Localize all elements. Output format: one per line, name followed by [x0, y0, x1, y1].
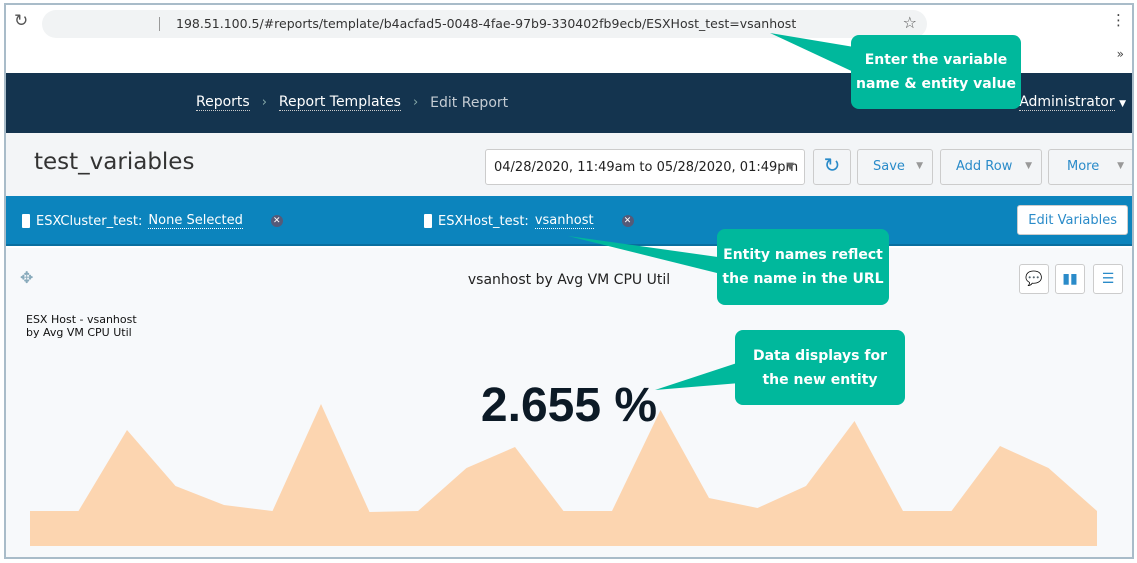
- user-name[interactable]: Administrator: [1019, 94, 1115, 111]
- chevron-right-icon: ›: [412, 95, 419, 110]
- breadcrumb: Reports › Report Templates › Edit Report: [196, 94, 508, 111]
- reload-icon[interactable]: ↻: [14, 11, 28, 31]
- widget-subtitle: ESX Host - vsanhost by Avg VM CPU Util: [26, 313, 137, 339]
- caret-down-icon: ▼: [1119, 99, 1126, 109]
- callout-text: name & entity value: [856, 76, 1016, 92]
- refresh-icon: ↻: [823, 153, 841, 177]
- menu-button[interactable]: ☰: [1093, 264, 1123, 294]
- more-button[interactable]: More ▼: [1048, 149, 1132, 185]
- chevron-right-icon: ›: [261, 95, 267, 110]
- server-icon: [22, 214, 30, 228]
- comment-icon: 💬: [1025, 271, 1043, 287]
- callout-data: Data displays for the new entity: [735, 330, 905, 405]
- user-menu[interactable]: Administrator ▼: [1019, 94, 1126, 111]
- callout-entity: Entity names reflect the name in the URL: [717, 229, 889, 305]
- subtitle-line: by Avg VM CPU Util: [26, 326, 132, 339]
- breadcrumb-reports[interactable]: Reports: [196, 94, 250, 111]
- callout-text: the name in the URL: [722, 271, 884, 287]
- clear-icon[interactable]: ✕: [621, 215, 634, 227]
- refresh-button[interactable]: ↻: [813, 149, 851, 185]
- caret-down-icon: ▼: [786, 161, 794, 172]
- chart-type-button[interactable]: ▮▮: [1055, 264, 1085, 294]
- report-widget: ✥ vsanhost by Avg VM CPU Util 💬 ▮▮ ☰ ESX…: [6, 248, 1132, 557]
- caret-down-icon: ▼: [1117, 161, 1124, 171]
- callout-url: Enter the variable name & entity value: [851, 35, 1021, 109]
- server-icon: [424, 214, 432, 228]
- callout-text: Enter the variable: [864, 52, 1008, 68]
- date-range-select[interactable]: 04/28/2020, 11:49am to 05/28/2020, 01:49…: [485, 149, 805, 185]
- date-range-value: 04/28/2020, 11:49am to 05/28/2020, 01:49…: [494, 160, 799, 175]
- extensions-overflow-icon[interactable]: »: [1117, 47, 1124, 61]
- variable-value[interactable]: vsanhost: [534, 213, 594, 229]
- url-text[interactable]: 198.51.100.5/#reports/template/b4acfad5-…: [176, 16, 796, 31]
- bookmark-star-icon[interactable]: ☆: [903, 13, 917, 32]
- callout-text: Data displays for: [752, 348, 888, 364]
- edit-variables-button[interactable]: Edit Variables: [1017, 205, 1128, 235]
- callout-text: Entity names reflect: [723, 247, 883, 263]
- add-row-label: Add Row: [956, 159, 1013, 174]
- comment-button[interactable]: 💬: [1019, 264, 1049, 294]
- save-button[interactable]: Save ▼: [857, 149, 933, 185]
- variable-name: ESXHost_test:: [438, 213, 529, 229]
- subtitle-line: ESX Host - vsanhost: [26, 313, 137, 326]
- variable-esxhost: ESXHost_test: vsanhost ✕: [424, 213, 634, 229]
- divider: [159, 17, 160, 31]
- variables-bar: ESXCluster_test: None Selected ✕ ESXHost…: [6, 196, 1132, 246]
- breadcrumb-report-templates[interactable]: Report Templates: [278, 94, 401, 111]
- caret-down-icon: ▼: [916, 161, 923, 171]
- bar-chart-icon: ▮▮: [1062, 271, 1078, 287]
- hamburger-icon: ☰: [1101, 271, 1115, 287]
- widget-title: vsanhost by Avg VM CPU Util: [467, 272, 671, 288]
- caret-down-icon: ▼: [1025, 161, 1032, 171]
- page-header: test_variables 04/28/2020, 11:49am to 05…: [6, 133, 1132, 196]
- variable-value[interactable]: None Selected: [148, 213, 243, 229]
- callout-text: the new entity: [762, 372, 878, 388]
- save-label: Save: [873, 159, 905, 174]
- address-bar[interactable]: 198.51.100.5/#reports/template/b4acfad5-…: [42, 10, 927, 38]
- more-label: More: [1067, 159, 1100, 174]
- breadcrumb-edit-report: Edit Report: [430, 94, 509, 111]
- page-title: test_variables: [34, 149, 195, 175]
- variable-name: ESXCluster_test:: [36, 213, 143, 229]
- browser-menu-icon[interactable]: ⋮: [1111, 11, 1126, 29]
- clear-icon[interactable]: ✕: [270, 215, 283, 227]
- add-row-button[interactable]: Add Row ▼: [940, 149, 1042, 185]
- metric-value: 2.655 %: [480, 379, 658, 432]
- variable-esxcluster: ESXCluster_test: None Selected ✕: [22, 213, 283, 229]
